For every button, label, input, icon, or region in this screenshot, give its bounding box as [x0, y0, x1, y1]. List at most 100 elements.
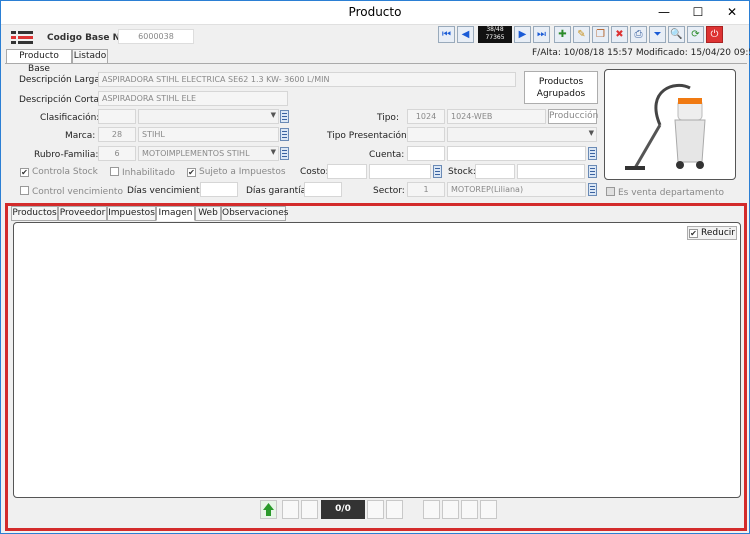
chevron-down-icon: ▼: [588, 129, 594, 137]
record-counter-position: 38/48: [486, 26, 504, 33]
costo-field[interactable]: [327, 164, 367, 179]
prev-record-icon[interactable]: ◀: [457, 26, 474, 43]
rubro-lookup-icon[interactable]: [280, 147, 289, 160]
check-icon: ✔: [20, 168, 29, 177]
cuenta-code-field[interactable]: [407, 146, 445, 161]
sector-field[interactable]: MOTOREP(Liliana): [447, 182, 586, 197]
productos-agrupados-button[interactable]: Productos Agrupados: [524, 71, 598, 104]
costo-lookup-icon[interactable]: [433, 165, 442, 178]
stock-lookup-icon[interactable]: [588, 165, 597, 178]
clasificacion-lookup-icon[interactable]: [280, 110, 289, 123]
tab-producto-base[interactable]: Producto Base: [6, 49, 72, 74]
sujeto-impuestos-label: Sujeto a Impuestos: [199, 167, 286, 177]
costo-value-field[interactable]: [369, 164, 431, 179]
rubro-dropdown[interactable]: MOTOIMPLEMENTOS STIHL ▼: [138, 146, 279, 161]
minimize-button[interactable]: —: [647, 1, 681, 23]
dias-vencimiento-field[interactable]: [200, 182, 238, 197]
tab-imagen[interactable]: Imagen: [156, 206, 195, 221]
checkbox-box: [110, 167, 119, 176]
cuenta-lookup-icon[interactable]: [588, 147, 597, 160]
sector-lookup-icon[interactable]: [588, 183, 597, 196]
image-panel: ✔ Reducir: [13, 222, 741, 498]
record-dates: F/Alta: 10/08/18 15:57 Modificado: 15/04…: [532, 48, 750, 58]
tab-productos[interactable]: Productos: [11, 206, 58, 221]
pager-action-1-button[interactable]: [423, 500, 440, 519]
next-record-icon[interactable]: ▶: [514, 26, 531, 43]
dias-vencimiento-label: Días vencimiento:: [127, 186, 209, 196]
tab-impuestos[interactable]: Impuestos: [107, 206, 156, 221]
copy-record-icon[interactable]: ❐: [592, 26, 609, 43]
close-button[interactable]: ✕: [715, 1, 749, 23]
rubro-label: Rubro-Familia:: [34, 150, 99, 160]
reducir-checkbox[interactable]: ✔ Reducir: [687, 226, 737, 240]
desc-larga-label: Descripción Larga:: [19, 75, 103, 85]
tab-listado[interactable]: Listado: [72, 49, 108, 64]
tipo-code-field[interactable]: 1024: [407, 109, 445, 124]
inhabilitado-checkbox[interactable]: Inhabilitado: [110, 167, 175, 178]
code-label: Codigo Base Nº: [47, 33, 126, 43]
pager-next-button[interactable]: [367, 500, 384, 519]
product-window: Producto — ☐ ✕ Codigo Base Nº 6000038 ⏮ …: [0, 0, 750, 534]
stock-value-field[interactable]: [517, 164, 585, 179]
produccion-button[interactable]: Producción: [548, 109, 598, 124]
marca-lookup-icon[interactable]: [280, 128, 289, 141]
menu-list-icon[interactable]: [11, 30, 33, 46]
first-record-icon[interactable]: ⏮: [438, 26, 455, 43]
filter-icon[interactable]: ⏷: [649, 26, 666, 43]
pager-prev-button[interactable]: [301, 500, 318, 519]
pager-action-3-button[interactable]: [461, 500, 478, 519]
sujeto-impuestos-checkbox[interactable]: ✔ Sujeto a Impuestos: [187, 167, 286, 177]
sector-code-field[interactable]: 1: [407, 182, 445, 197]
search-icon[interactable]: 🔍: [668, 26, 685, 43]
pager-action-2-button[interactable]: [442, 500, 459, 519]
tipo-presentacion-label: Tipo Presentación:: [327, 131, 410, 141]
tipo-presentacion-code-field[interactable]: [407, 127, 445, 142]
es-venta-departamento-checkbox[interactable]: Es venta departamento: [606, 187, 724, 198]
cuenta-label: Cuenta:: [369, 150, 405, 160]
chevron-down-icon: ▼: [270, 148, 276, 156]
rubro-code-field[interactable]: 6: [98, 146, 136, 161]
control-vencimiento-checkbox[interactable]: Control vencimiento: [20, 186, 123, 197]
tab-proveedor[interactable]: Proveedor: [58, 206, 107, 221]
pager-last-button[interactable]: [386, 500, 403, 519]
check-icon: ✔: [187, 168, 196, 177]
clasificacion-dropdown[interactable]: ▼: [138, 109, 279, 124]
upload-image-button[interactable]: [260, 500, 277, 519]
exit-icon[interactable]: ⏻: [706, 26, 723, 43]
checkbox-box: [20, 186, 29, 195]
desc-corta-field[interactable]: ASPIRADORA STIHL ELE: [98, 91, 288, 106]
tab-observaciones[interactable]: Observaciones: [221, 206, 288, 221]
controla-stock-checkbox[interactable]: ✔ Controla Stock: [20, 167, 98, 177]
maximize-button[interactable]: ☐: [681, 1, 715, 23]
marca-field[interactable]: STIHL: [138, 127, 279, 142]
new-record-icon[interactable]: ✚: [554, 26, 571, 43]
desc-larga-field[interactable]: ASPIRADORA STIHL ELECTRICA SE62 1.3 KW- …: [98, 72, 516, 87]
marca-label: Marca:: [65, 131, 96, 141]
dias-garantia-field[interactable]: [304, 182, 342, 197]
code-field[interactable]: 6000038: [118, 29, 194, 44]
clasificacion-label: Clasificación:: [40, 113, 100, 123]
tipo-presentacion-dropdown[interactable]: ▼: [447, 127, 597, 142]
chevron-down-icon: ▼: [270, 111, 276, 119]
edit-record-icon[interactable]: ✎: [573, 26, 590, 43]
tipo-label: Tipo:: [377, 113, 399, 123]
delete-record-icon[interactable]: ✖: [611, 26, 628, 43]
marca-code-field[interactable]: 28: [98, 127, 136, 142]
refresh-icon[interactable]: ⟳: [687, 26, 704, 43]
tipo-field[interactable]: 1024-WEB: [447, 109, 546, 124]
sector-label: Sector:: [373, 186, 405, 196]
check-icon: ✔: [689, 229, 699, 238]
clasificacion-code-field[interactable]: [98, 109, 136, 124]
pager-action-4-button[interactable]: [480, 500, 497, 519]
tab-divider: [5, 63, 747, 64]
cuenta-field[interactable]: [447, 146, 586, 161]
dias-garantia-label: Días garantía:: [246, 186, 310, 196]
pager-first-button[interactable]: [282, 500, 299, 519]
controla-stock-label: Controla Stock: [32, 167, 98, 177]
last-record-icon[interactable]: ⏭: [533, 26, 550, 43]
print-icon[interactable]: ⎙: [630, 26, 647, 43]
upload-arrow-icon: [263, 503, 274, 516]
stock-field[interactable]: [475, 164, 515, 179]
tab-web[interactable]: Web: [195, 206, 221, 221]
desc-corta-label: Descripción Corta:: [19, 95, 103, 105]
